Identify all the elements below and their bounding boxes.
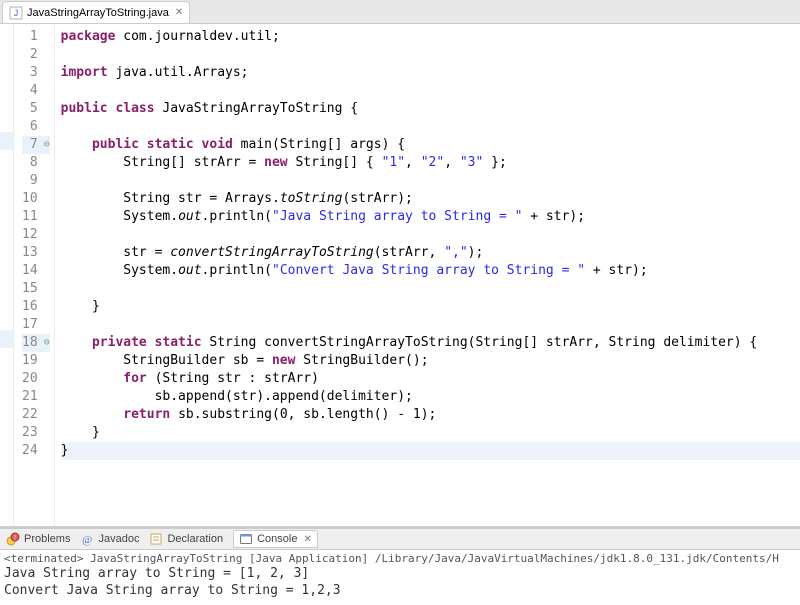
line-number: 16 [22,298,50,316]
console-output-line: Convert Java String array to String = 1,… [4,582,796,599]
tab-console-label: Console [257,533,297,545]
code-line[interactable] [61,280,800,298]
code-line[interactable]: private static String convertStringArray… [61,334,800,352]
line-number: 8 [22,154,50,172]
line-number: 3 [22,64,50,82]
tab-problems[interactable]: ! Problems [6,532,70,546]
line-number: 17 [22,316,50,334]
editor-tab-label: JavaStringArrayToString.java [27,7,169,19]
close-icon[interactable]: ✕ [303,534,311,545]
code-line[interactable]: public class JavaStringArrayToString { [61,100,800,118]
code-line[interactable] [61,46,800,64]
line-number: 20 [22,370,50,388]
code-line[interactable]: String str = Arrays.toString(strArr); [61,190,800,208]
code-line[interactable]: String[] strArr = new String[] { "1", "2… [61,154,800,172]
declaration-icon [149,532,163,546]
line-number: 10 [22,190,50,208]
line-number: 19 [22,352,50,370]
line-number-gutter: 1234567⊖89101112131415161718⊖19202122232… [14,24,55,526]
code-line[interactable]: System.out.println("Java String array to… [61,208,800,226]
svg-text:@: @ [82,534,92,546]
line-number: 7⊖ [22,136,50,154]
line-number: 11 [22,208,50,226]
code-line[interactable]: sb.append(str).append(delimiter); [61,388,800,406]
code-line[interactable]: } [61,442,800,460]
tab-javadoc-label: Javadoc [98,533,139,545]
line-number: 9 [22,172,50,190]
problems-icon: ! [6,532,20,546]
marker-column [0,24,14,526]
java-file-icon: J [9,6,23,20]
fold-toggle-icon[interactable]: ⊖ [40,334,50,352]
line-number: 6 [22,118,50,136]
code-line[interactable]: System.out.println("Convert Java String … [61,262,800,280]
editor-tab[interactable]: J JavaStringArrayToString.java ✕ [2,1,190,23]
svg-text:!: ! [14,535,16,542]
line-number: 18⊖ [22,334,50,352]
code-line[interactable] [61,172,800,190]
code-line[interactable] [61,316,800,334]
code-line[interactable] [61,82,800,100]
code-line[interactable]: import java.util.Arrays; [61,64,800,82]
tab-console[interactable]: Console ✕ [233,530,318,548]
line-number: 23 [22,424,50,442]
tab-declaration[interactable]: Declaration [149,532,223,546]
code-line[interactable]: str = convertStringArrayToString(strArr,… [61,244,800,262]
line-number: 22 [22,406,50,424]
console-icon [239,532,253,546]
bottom-view-tabs: ! Problems @ Javadoc Declaration Console… [0,528,800,550]
tab-javadoc[interactable]: @ Javadoc [80,532,139,546]
editor-tab-bar: J JavaStringArrayToString.java ✕ [0,0,800,24]
console-status: <terminated> JavaStringArrayToString [Ja… [4,552,796,565]
javadoc-icon: @ [80,532,94,546]
code-line[interactable] [61,118,800,136]
fold-toggle-icon[interactable]: ⊖ [40,136,50,154]
svg-text:J: J [14,8,19,18]
line-number: 12 [22,226,50,244]
code-line[interactable]: StringBuilder sb = new StringBuilder(); [61,352,800,370]
close-icon[interactable]: ✕ [175,7,183,18]
line-number: 21 [22,388,50,406]
tab-problems-label: Problems [24,533,70,545]
line-number: 5 [22,100,50,118]
code-line[interactable]: } [61,424,800,442]
code-line[interactable] [61,226,800,244]
line-number: 13 [22,244,50,262]
line-number: 14 [22,262,50,280]
code-editor[interactable]: 1234567⊖89101112131415161718⊖19202122232… [0,24,800,528]
code-line[interactable]: for (String str : strArr) [61,370,800,388]
line-number: 2 [22,46,50,64]
line-number: 15 [22,280,50,298]
tab-declaration-label: Declaration [167,533,223,545]
console-output-line: Java String array to String = [1, 2, 3] [4,565,796,582]
code-line[interactable]: public static void main(String[] args) { [61,136,800,154]
code-area[interactable]: package com.journaldev.util; import java.… [55,24,800,526]
console-view: <terminated> JavaStringArrayToString [Ja… [0,550,800,605]
code-line[interactable]: } [61,298,800,316]
code-line[interactable]: package com.journaldev.util; [61,28,800,46]
code-line[interactable]: return sb.substring(0, sb.length() - 1); [61,406,800,424]
line-number: 24 [22,442,50,460]
line-number: 4 [22,82,50,100]
line-number: 1 [22,28,50,46]
